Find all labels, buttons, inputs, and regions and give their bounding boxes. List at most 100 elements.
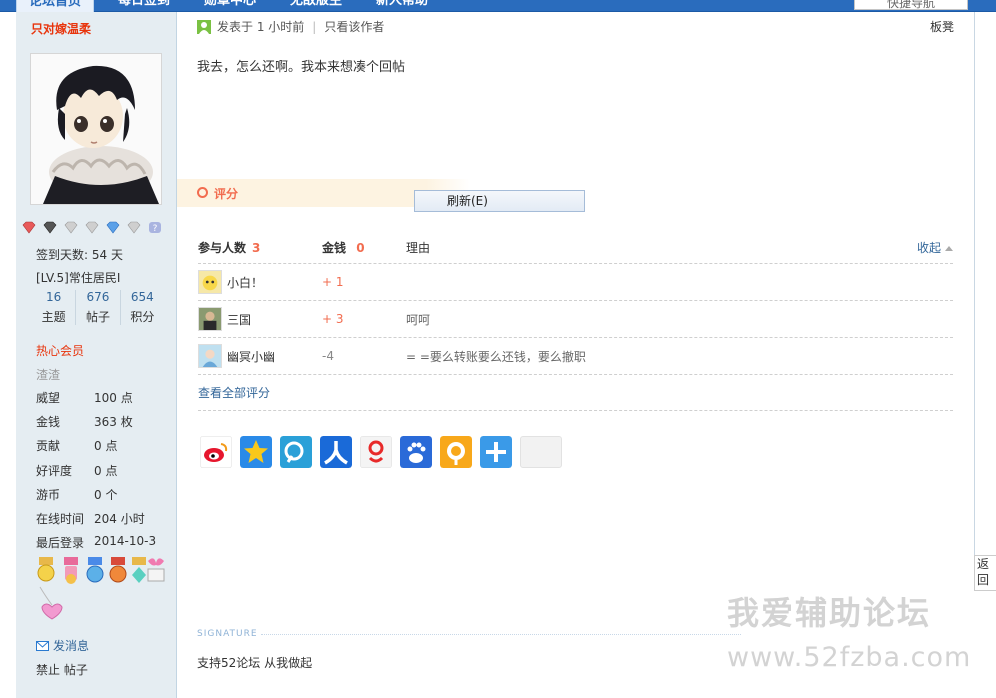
rater-avatar[interactable] — [198, 344, 222, 368]
baidu-share-icon[interactable] — [400, 436, 432, 468]
qzone-share-icon[interactable] — [240, 436, 272, 468]
rater[interactable]: 三国 — [198, 307, 322, 331]
rater-avatar[interactable] — [198, 307, 222, 331]
envelope-icon — [36, 640, 49, 651]
info-key: 最后登录 — [36, 536, 85, 550]
tab-medals[interactable]: 勋章中心 — [192, 0, 268, 12]
qq-share-icon[interactable] — [440, 436, 472, 468]
rating-gold: + 1 — [322, 275, 344, 289]
only-author-link[interactable]: 只看该作者 — [324, 18, 384, 35]
ban-posts-link[interactable]: 禁止 帖子 — [36, 661, 88, 678]
stat-threads-value: 16 — [46, 290, 62, 304]
author-avatar[interactable] — [30, 53, 162, 205]
stat-credits-value: 654 — [130, 290, 154, 304]
tab-home[interactable]: 论坛首页 — [16, 0, 95, 12]
gray-gem-icon[interactable] — [126, 221, 142, 234]
info-value: 100 点 — [94, 391, 133, 405]
rating-row: 三国 + 3 呵呵 — [198, 301, 953, 338]
rating-gold: + 3 — [322, 312, 344, 326]
stat-credits-label: 积分 — [130, 310, 155, 324]
rating-row: 幽冥小幽 -4 = =要么转账要么还钱，要么撤职 — [198, 338, 953, 375]
rating-reason: = =要么转账要么还钱，要么撤职 — [406, 349, 586, 364]
collapse-label: 收起 — [916, 241, 941, 255]
rater-name[interactable]: 小白！ — [227, 274, 263, 291]
more-share-icon[interactable] — [480, 436, 512, 468]
gem-medal-row: ? — [21, 221, 163, 234]
rater-name[interactable]: 幽冥小幽 — [227, 348, 275, 365]
rating-circle-icon — [197, 187, 208, 198]
post-header: 发表于 1 小时前 | 只看该作者 — [197, 18, 384, 35]
rater[interactable]: 幽冥小幽 — [198, 344, 322, 368]
stat-credits[interactable]: 654 积分 — [119, 290, 164, 325]
stat-posts[interactable]: 676 帖子 — [75, 290, 119, 325]
info-value: 0 个 — [94, 488, 118, 502]
online-status-icon — [197, 19, 211, 34]
quick-nav-button[interactable]: 快捷导航 — [854, 0, 968, 10]
tencent-weibo-share-icon[interactable] — [280, 436, 312, 468]
blue-gem-icon[interactable] — [105, 221, 121, 234]
watermark-url: www.52fzba.com — [727, 642, 972, 673]
context-menu-refresh[interactable]: 刷新(E) — [414, 190, 585, 212]
view-all-ratings-link[interactable]: 查看全部评分 — [198, 375, 953, 411]
tab-help[interactable]: 新人帮助 — [364, 0, 440, 12]
avatar-image — [31, 54, 161, 204]
info-row: 游币 0 个 — [36, 486, 117, 503]
rating-table-header: 参与人数 3 金钱 0 理由 收起 — [198, 232, 953, 264]
rating-row: 小白！ + 1 — [198, 264, 953, 301]
rater-name[interactable]: 三国 — [227, 311, 251, 328]
back-to-top-button[interactable]: 返回顶部 — [974, 555, 996, 591]
separator: | — [312, 19, 317, 34]
share-bar — [200, 436, 562, 468]
black-gem-icon[interactable] — [42, 221, 58, 234]
send-message-link[interactable]: 发消息 — [36, 637, 89, 654]
info-value: 0 点 — [94, 464, 118, 478]
content-border — [974, 12, 975, 555]
info-row: 威望 100 点 — [36, 389, 133, 406]
red-gem-icon[interactable] — [21, 221, 37, 234]
tab-signin[interactable]: 每日签到 — [106, 0, 182, 12]
info-row: 贡献 0 点 — [36, 437, 117, 454]
award-medals[interactable] — [36, 557, 166, 629]
info-key: 好评度 — [36, 464, 73, 478]
post-time: 发表于 1 小时前 — [217, 20, 305, 34]
tab-moderators[interactable]: 无敌版主 — [278, 0, 354, 12]
user-title: 渣渣 — [36, 368, 61, 382]
user-level[interactable]: [LV.5]常住居民I — [36, 269, 120, 286]
user-stats: 16 主题 676 帖子 654 积分 — [32, 290, 164, 325]
rating-table: 参与人数 3 金钱 0 理由 收起 小白！ + 1 三国 + 3 呵呵 幽冥小幽… — [198, 232, 953, 411]
stat-posts-label: 帖子 — [85, 310, 110, 324]
gold-total: 0 — [356, 241, 365, 255]
info-key: 游币 — [36, 488, 61, 502]
sohu-share-icon[interactable] — [360, 436, 392, 468]
help-icon[interactable]: ? — [147, 221, 163, 234]
renren-share-icon[interactable] — [320, 436, 352, 468]
signin-days: 签到天数: 54 天 — [36, 248, 123, 262]
rater-avatar[interactable] — [198, 270, 222, 294]
info-value: 204 小时 — [94, 512, 145, 526]
gold-header: 金钱 0 — [322, 239, 406, 256]
collapse-toggle[interactable]: 收起 — [917, 239, 953, 256]
rating-reason: 呵呵 — [406, 312, 431, 327]
signature-label: SIGNATURE — [197, 629, 258, 639]
author-username[interactable]: 只对嫁温柔 — [31, 20, 91, 37]
gray-gem-icon[interactable] — [63, 221, 79, 234]
reason-header: 理由 — [406, 241, 431, 255]
info-row: 好评度 0 点 — [36, 462, 117, 479]
info-key: 威望 — [36, 391, 61, 405]
top-nav: 论坛首页 每日签到 勋章中心 无敌版主 新人帮助 快捷导航 — [0, 0, 996, 12]
floor-number[interactable]: 板凳 — [930, 18, 954, 35]
weibo-share-icon[interactable] — [200, 436, 232, 468]
info-key: 贡献 — [36, 439, 61, 453]
info-row: 金钱 363 枚 — [36, 413, 133, 430]
share-placeholder — [520, 436, 562, 468]
info-key: 在线时间 — [36, 512, 85, 526]
rater[interactable]: 小白！ — [198, 270, 322, 294]
user-group[interactable]: 热心会员 — [36, 342, 84, 359]
rating-gold: -4 — [322, 349, 334, 363]
stat-threads[interactable]: 16 主题 — [32, 290, 75, 325]
rating-label: 评分 — [214, 187, 239, 201]
participants-header: 参与人数 3 — [198, 239, 322, 256]
svg-text:?: ? — [153, 224, 158, 234]
gray-gem-icon[interactable] — [84, 221, 100, 234]
stat-threads-label: 主题 — [41, 310, 66, 324]
